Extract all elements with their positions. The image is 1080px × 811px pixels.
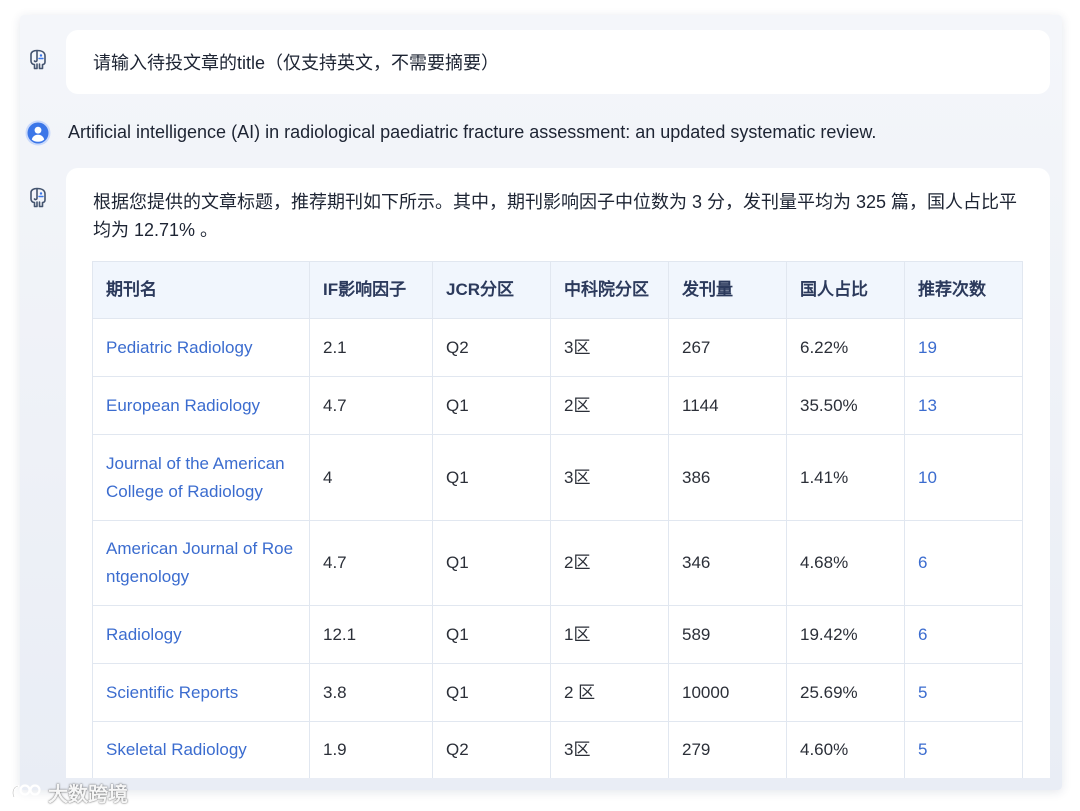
table-row: Scientific Reports 3.8 Q1 2 区 10000 25.6…: [92, 663, 1023, 722]
watermark: 大数跨境: [10, 778, 128, 806]
china-share-cell: 35.50%: [786, 376, 905, 435]
journal-name-link[interactable]: Pediatric Radiology: [92, 318, 310, 377]
journal-name-link[interactable]: European Radiology: [92, 376, 310, 435]
journal-name-link[interactable]: Journal of the American College of Radio…: [92, 434, 310, 521]
jcr-cell: Q1: [432, 663, 551, 722]
column-header-china-share: 国人占比: [786, 261, 905, 319]
china-share-cell: 4.60%: [786, 721, 905, 778]
impact-factor-cell: 4.7: [309, 520, 433, 606]
china-share-cell: 25.69%: [786, 663, 905, 722]
journal-name-link[interactable]: Radiology: [92, 605, 310, 664]
recommend-count-link[interactable]: 10: [904, 434, 1023, 521]
volume-cell: 1144: [668, 376, 787, 435]
cas-cell: 1区: [550, 605, 669, 664]
china-share-cell: 19.42%: [786, 605, 905, 664]
jcr-cell: Q1: [432, 520, 551, 606]
cas-cell: 3区: [550, 318, 669, 377]
column-header-volume: 发刊量: [668, 261, 787, 319]
journal-name-link[interactable]: Scientific Reports: [92, 663, 310, 722]
volume-cell: 279: [668, 721, 787, 778]
bot-prompt-text: 请输入待投文章的title（仅支持英文，不需要摘要）: [93, 53, 500, 73]
recommend-count-link[interactable]: 6: [904, 520, 1023, 606]
impact-factor-cell: 12.1: [309, 605, 433, 664]
cas-cell: 2区: [550, 520, 669, 606]
bot-reply-text: 根据您提供的文章标题，推荐期刊如下所示。其中，期刊影响因子中位数为 3 分，发刊…: [93, 192, 1018, 240]
user-avatar-icon: [25, 120, 51, 146]
impact-factor-cell: 4: [309, 434, 433, 521]
column-header-cas: 中科院分区: [550, 261, 669, 319]
bot-reply-bubble: 根据您提供的文章标题，推荐期刊如下所示。其中，期刊影响因子中位数为 3 分，发刊…: [66, 168, 1050, 778]
jcr-cell: Q1: [432, 376, 551, 435]
recommend-count-link[interactable]: 5: [904, 663, 1023, 722]
volume-cell: 10000: [668, 663, 787, 722]
chat-window: 请输入待投文章的title（仅支持英文，不需要摘要） Artificial in…: [20, 15, 1062, 790]
elephant-bot-icon: [26, 186, 50, 210]
impact-factor-cell: 3.8: [309, 663, 433, 722]
table-row: European Radiology 4.7 Q1 2区 1144 35.50%…: [92, 376, 1023, 435]
table-row: Radiology 12.1 Q1 1区 589 19.42% 6: [92, 605, 1023, 664]
column-header-recommend-count: 推荐次数: [904, 261, 1023, 319]
watermark-logo-icon: [10, 781, 42, 803]
volume-cell: 589: [668, 605, 787, 664]
cas-cell: 2 区: [550, 663, 669, 722]
china-share-cell: 1.41%: [786, 434, 905, 521]
column-header-journal-name: 期刊名: [92, 261, 310, 319]
recommend-count-link[interactable]: 5: [904, 721, 1023, 778]
cas-cell: 2区: [550, 376, 669, 435]
recommend-count-link[interactable]: 13: [904, 376, 1023, 435]
recommend-count-link[interactable]: 6: [904, 605, 1023, 664]
jcr-cell: Q1: [432, 434, 551, 521]
watermark-text: 大数跨境: [48, 783, 128, 806]
column-header-jcr: JCR分区: [432, 261, 551, 319]
cas-cell: 3区: [550, 434, 669, 521]
table-row: Skeletal Radiology 1.9 Q2 3区 279 4.60% 5: [92, 721, 1023, 778]
journal-recommendation-table: 期刊名 IF影响因子 JCR分区 中科院分区 发刊量 国人占比 推荐次数 Ped…: [92, 261, 1023, 778]
recommend-count-link[interactable]: 19: [904, 318, 1023, 377]
elephant-bot-icon: [26, 48, 50, 72]
china-share-cell: 6.22%: [786, 318, 905, 377]
table-row: Pediatric Radiology 2.1 Q2 3区 267 6.22% …: [92, 318, 1023, 377]
jcr-cell: Q1: [432, 605, 551, 664]
table-row: American Journal of Roentgenology 4.7 Q1…: [92, 520, 1023, 606]
column-header-impact-factor: IF影响因子: [309, 261, 433, 319]
journal-name-link[interactable]: American Journal of Roentgenology: [92, 520, 310, 606]
china-share-cell: 4.68%: [786, 520, 905, 606]
journal-name-link[interactable]: Skeletal Radiology: [92, 721, 310, 778]
cas-cell: 3区: [550, 721, 669, 778]
bot-message-bubble: 请输入待投文章的title（仅支持英文，不需要摘要）: [66, 30, 1050, 94]
volume-cell: 346: [668, 520, 787, 606]
table-header-row: 期刊名 IF影响因子 JCR分区 中科院分区 发刊量 国人占比 推荐次数: [92, 261, 1023, 319]
volume-cell: 267: [668, 318, 787, 377]
impact-factor-cell: 2.1: [309, 318, 433, 377]
volume-cell: 386: [668, 434, 787, 521]
impact-factor-cell: 4.7: [309, 376, 433, 435]
user-message-text: Artificial intelligence (AI) in radiolog…: [68, 122, 877, 142]
jcr-cell: Q2: [432, 318, 551, 377]
jcr-cell: Q2: [432, 721, 551, 778]
impact-factor-cell: 1.9: [309, 721, 433, 778]
table-row: Journal of the American College of Radio…: [92, 434, 1023, 521]
